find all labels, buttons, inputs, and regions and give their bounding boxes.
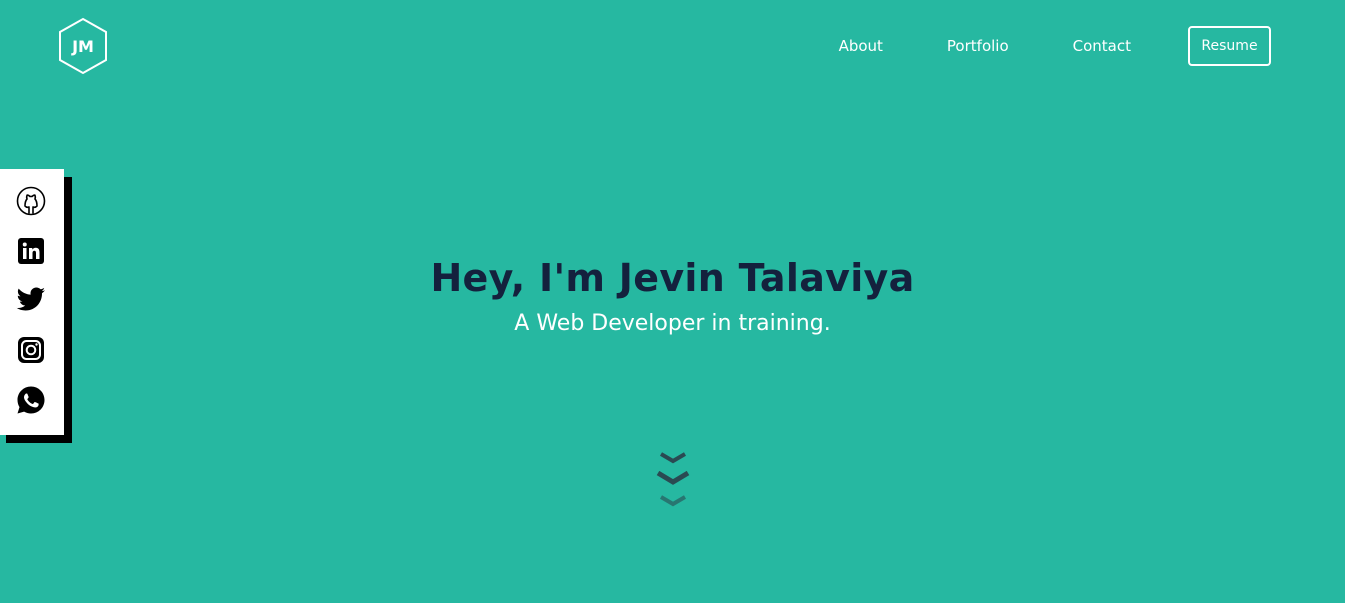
github-icon xyxy=(16,186,46,216)
chevron-down-icon xyxy=(656,452,690,507)
nav-portfolio-link[interactable]: Portfolio xyxy=(947,37,1009,55)
instagram-link[interactable] xyxy=(16,335,46,365)
resume-button[interactable]: Resume xyxy=(1188,26,1271,66)
social-sidebar xyxy=(0,169,64,435)
whatsapp-icon xyxy=(17,386,45,414)
whatsapp-link[interactable] xyxy=(16,385,46,415)
hero-title: Hey, I'm Jevin Talaviya xyxy=(430,256,915,300)
hero-subtitle: A Web Developer in training. xyxy=(514,311,831,336)
logo[interactable]: JM xyxy=(58,17,108,75)
main-nav: About Portfolio Contact Resume xyxy=(839,26,1271,66)
nav-about-link[interactable]: About xyxy=(839,37,883,55)
logo-text: JM xyxy=(71,37,94,56)
github-link[interactable] xyxy=(16,186,46,216)
nav-contact-link[interactable]: Contact xyxy=(1073,37,1131,55)
instagram-icon xyxy=(18,337,44,363)
hexagon-logo-icon: JM xyxy=(59,17,107,75)
scroll-down-arrows[interactable] xyxy=(655,451,691,511)
